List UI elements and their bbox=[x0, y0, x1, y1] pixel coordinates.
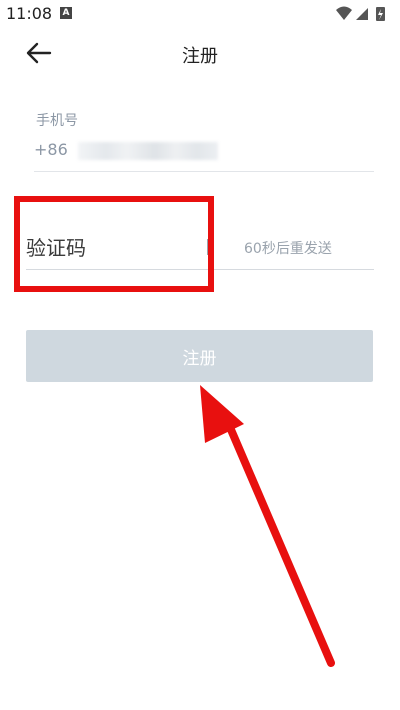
app-bar: 注册 bbox=[0, 30, 400, 76]
verification-code-input[interactable] bbox=[26, 228, 201, 268]
phone-underline bbox=[34, 171, 374, 172]
phone-label: 手机号 bbox=[36, 113, 78, 129]
verification-code-row: 60秒后重发送 bbox=[26, 228, 374, 270]
page-title: 注册 bbox=[182, 46, 218, 67]
phone-number-redacted bbox=[78, 142, 218, 160]
signal-icon bbox=[356, 8, 368, 20]
phone-field[interactable]: +86 bbox=[34, 138, 374, 168]
code-divider bbox=[207, 239, 208, 255]
status-time: 11:08 bbox=[6, 4, 53, 23]
wifi-icon bbox=[336, 6, 352, 20]
status-bar: 11:08 A bbox=[0, 0, 400, 28]
notification-a-icon: A bbox=[60, 7, 72, 19]
resend-code-button[interactable]: 60秒后重发送 bbox=[244, 238, 332, 258]
register-button[interactable]: 注册 bbox=[26, 330, 373, 382]
status-icons bbox=[336, 6, 385, 21]
phone-prefix: +86 bbox=[34, 140, 68, 159]
code-underline bbox=[26, 269, 374, 270]
